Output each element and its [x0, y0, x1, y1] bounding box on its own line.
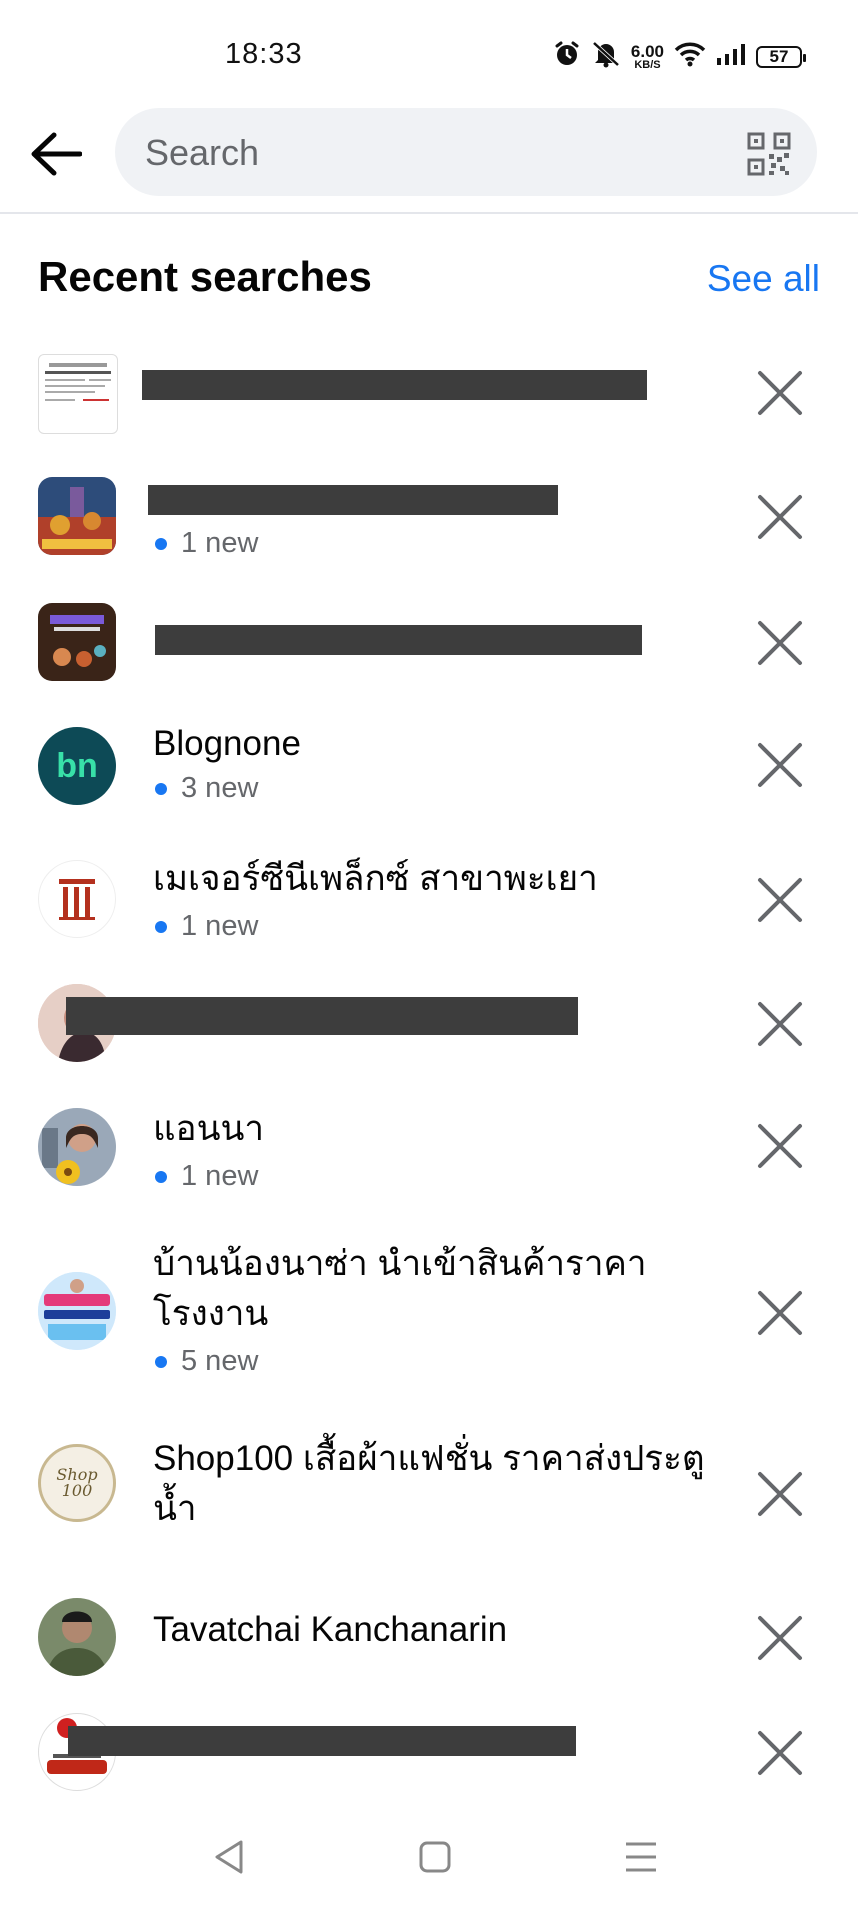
- recent-item-0[interactable]: [0, 345, 858, 445]
- close-icon: [758, 371, 802, 415]
- search-header: [0, 100, 858, 214]
- remove-button[interactable]: [754, 1287, 806, 1339]
- item-name: Blognone: [153, 724, 301, 763]
- remove-button[interactable]: [754, 739, 806, 791]
- wifi-icon: [674, 41, 706, 72]
- redaction-bar: [66, 997, 578, 1035]
- remove-button[interactable]: [754, 617, 806, 669]
- recent-item-7[interactable]: บ้านน้องนาซ่า นำเข้าสินค้าราคาโรงงาน 5 n…: [0, 1235, 858, 1395]
- item-avatar: Shop 100: [38, 1444, 116, 1522]
- new-count: 1 new: [181, 1160, 259, 1192]
- search-input[interactable]: [143, 108, 707, 198]
- remove-button[interactable]: [754, 491, 806, 543]
- new-count: 3 new: [181, 772, 259, 804]
- close-icon: [758, 1124, 802, 1168]
- recent-item-6[interactable]: แอนนา 1 new: [0, 1100, 858, 1210]
- redaction-bar: [148, 485, 558, 515]
- recent-item-10[interactable]: [0, 1705, 858, 1805]
- close-icon: [758, 1291, 802, 1335]
- back-triangle-icon: [215, 1840, 243, 1874]
- item-avatar: [38, 1598, 116, 1676]
- new-dot: [155, 782, 167, 795]
- item-name: Shop100 เสื้อผ้าแฟชั่น ราคาส่งประตูน้ำ: [153, 1439, 705, 1528]
- close-icon: [758, 495, 802, 539]
- close-icon: [758, 1472, 802, 1516]
- alarm-icon: [553, 40, 581, 73]
- search-box[interactable]: [115, 108, 817, 198]
- close-icon: [758, 743, 802, 787]
- qr-code-button[interactable]: [747, 132, 791, 176]
- item-avatar: [38, 860, 116, 938]
- new-badge: 1 new: [155, 527, 258, 560]
- item-avatar: [38, 477, 116, 555]
- new-dot: [155, 1170, 167, 1183]
- redaction-bar: [155, 625, 642, 655]
- remove-button[interactable]: [754, 1120, 806, 1172]
- item-avatar: bn: [38, 727, 116, 805]
- nav-back-button[interactable]: [205, 1832, 255, 1882]
- menu-lines-icon: [626, 1842, 656, 1872]
- new-count: 1 new: [181, 910, 259, 942]
- arrow-left-icon: [31, 132, 82, 176]
- close-icon: [758, 1731, 802, 1775]
- back-button[interactable]: [26, 124, 86, 184]
- avatar-logo-text: bn: [56, 746, 98, 785]
- new-badge: 1 new: [155, 1160, 258, 1193]
- remove-button[interactable]: [754, 1468, 806, 1520]
- new-badge: 3 new: [155, 772, 258, 805]
- remove-button[interactable]: [754, 998, 806, 1050]
- recent-item-5[interactable]: [0, 980, 858, 1080]
- redaction-bar: [142, 370, 647, 400]
- nav-menu-button[interactable]: [616, 1832, 666, 1882]
- redaction-bar: [68, 1726, 576, 1756]
- system-nav-bar: [0, 1810, 858, 1907]
- new-dot: [155, 537, 167, 550]
- item-avatar: [38, 1108, 116, 1186]
- recent-searches-title: Recent searches: [38, 253, 372, 300]
- new-badge: 1 new: [155, 910, 258, 943]
- signal-icon: [716, 42, 746, 71]
- remove-button[interactable]: [754, 1612, 806, 1664]
- net-speed-value: 6.00: [630, 41, 664, 61]
- remove-button[interactable]: [754, 874, 806, 926]
- item-avatar: [38, 603, 116, 681]
- recent-item-2[interactable]: [0, 595, 858, 695]
- recent-item-4[interactable]: เมเจอร์ซีนีเพล็กซ์ สาขาพะเยา 1 new: [0, 850, 858, 960]
- status-icons: 6.00 KB/S 57: [553, 40, 806, 73]
- nav-home-button[interactable]: [410, 1832, 460, 1882]
- new-badge: 5 new: [155, 1345, 258, 1378]
- new-dot: [155, 920, 167, 933]
- net-speed-unit: KB/S: [634, 58, 661, 71]
- recent-item-9[interactable]: Tavatchai Kanchanarin: [0, 1590, 858, 1690]
- close-icon: [758, 878, 802, 922]
- item-name: บ้านน้องนาซ่า นำเข้าสินค้าราคาโรงงาน: [153, 1244, 647, 1333]
- new-count: 1 new: [181, 527, 259, 559]
- avatar-logo-text: Shop 100: [56, 1465, 98, 1500]
- remove-button[interactable]: [754, 1727, 806, 1779]
- home-square-icon: [419, 1841, 451, 1873]
- recent-item-3[interactable]: bn Blognone 3 new: [0, 715, 858, 825]
- status-time: 18:33: [225, 38, 303, 70]
- new-dot: [155, 1355, 167, 1368]
- battery-icon: 57: [756, 45, 806, 68]
- status-bar: 18:33 6.00 KB/S 57: [0, 0, 858, 100]
- item-name: แอนนา: [153, 1109, 265, 1148]
- item-name: Tavatchai Kanchanarin: [153, 1610, 508, 1649]
- item-name: เมเจอร์ซีนีเพล็กซ์ สาขาพะเยา: [153, 859, 598, 898]
- item-avatar: [38, 354, 118, 434]
- close-icon: [758, 1002, 802, 1046]
- new-count: 5 new: [181, 1345, 259, 1377]
- see-all-link[interactable]: See all: [707, 258, 820, 300]
- recent-item-1[interactable]: 1 new: [0, 465, 858, 575]
- qr-code-icon: [747, 132, 791, 176]
- close-icon: [758, 1616, 802, 1660]
- close-icon: [758, 621, 802, 665]
- net-speed: 6.00 KB/S: [631, 43, 664, 71]
- mute-icon: [591, 40, 621, 73]
- remove-button[interactable]: [754, 367, 806, 419]
- item-avatar: [38, 1272, 116, 1350]
- recent-item-8[interactable]: Shop 100 Shop100 เสื้อผ้าแฟชั่น ราคาส่งป…: [0, 1430, 858, 1550]
